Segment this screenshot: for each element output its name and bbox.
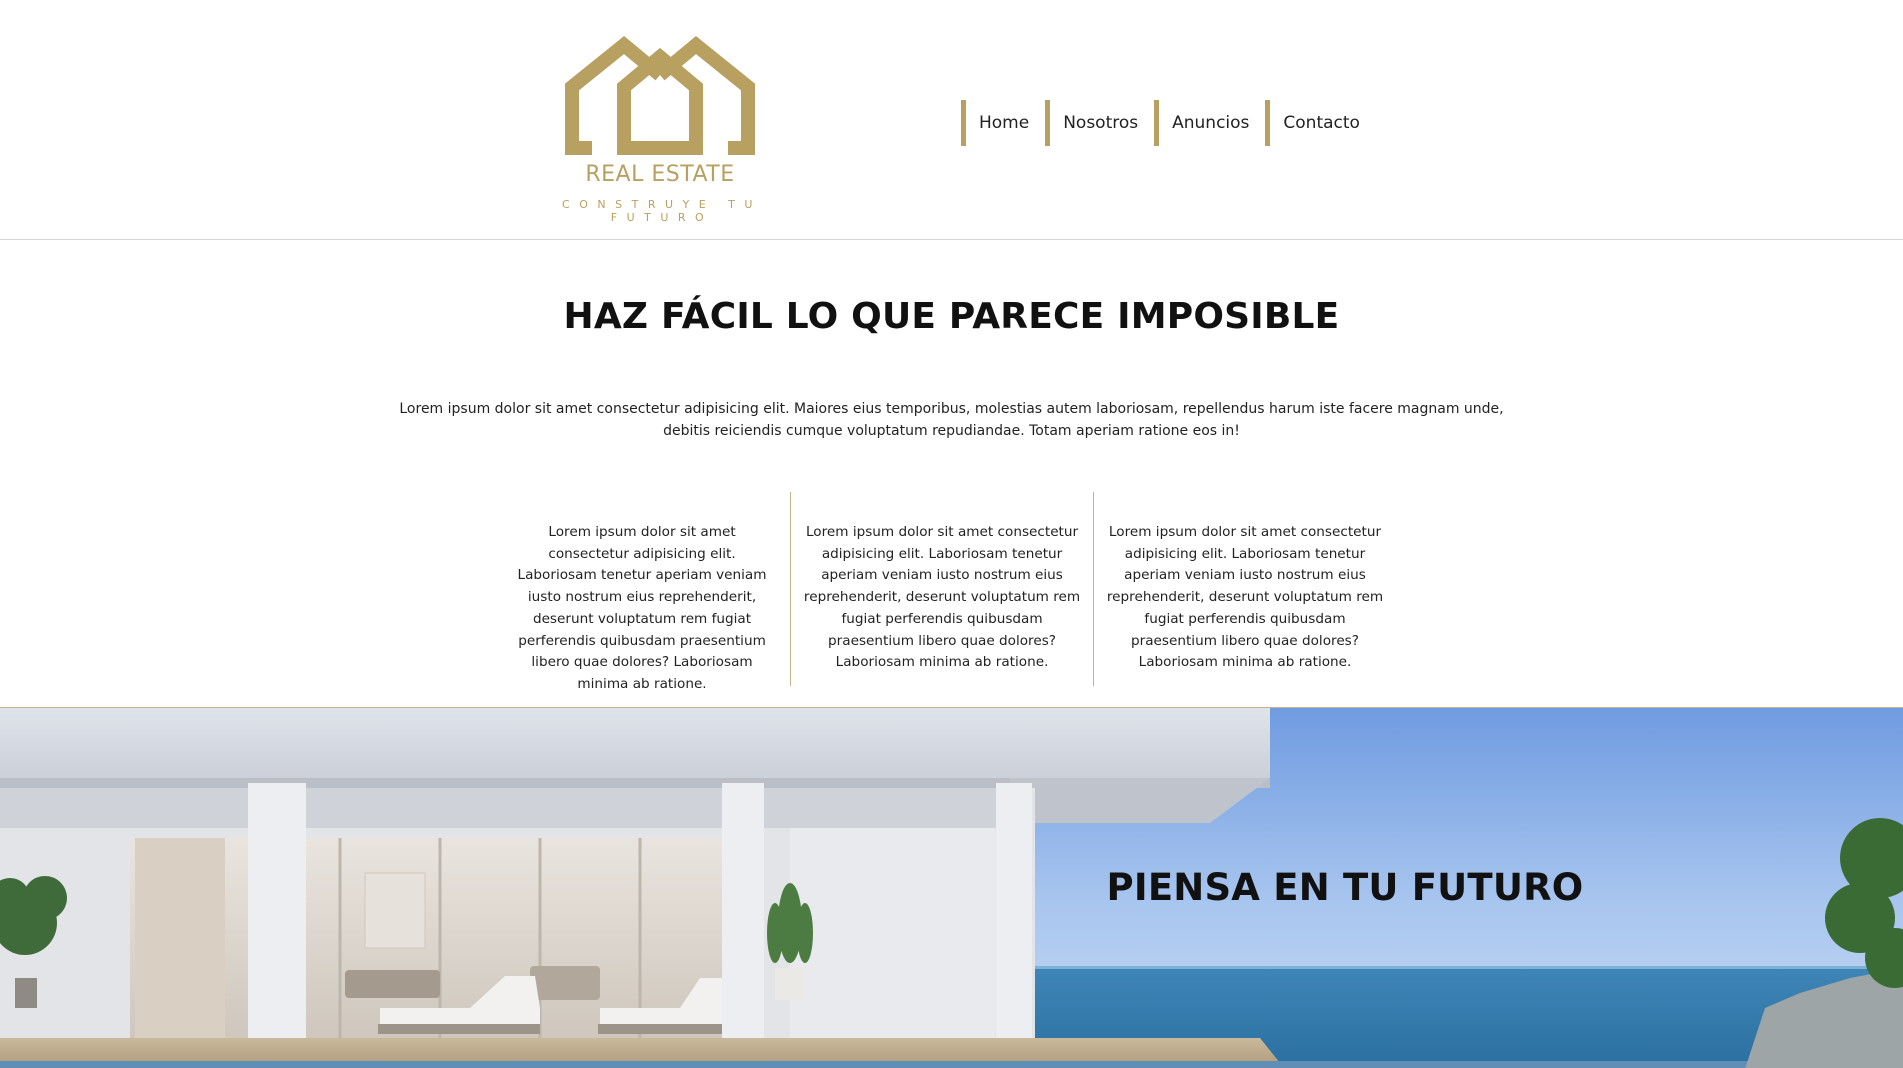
nav-home[interactable]: Home bbox=[961, 100, 1045, 146]
logo[interactable]: REAL ESTATE CONSTRUYE TU FUTURO bbox=[510, 30, 810, 224]
intro-paragraph: Lorem ipsum dolor sit amet consectetur a… bbox=[399, 401, 1504, 439]
hero-banner: PIENSA EN TU FUTURO bbox=[0, 707, 1903, 1068]
feature-column-2: Lorem ipsum dolor sit amet consectetur a… bbox=[790, 492, 1093, 686]
feature-column-3: Lorem ipsum dolor sit amet consectetur a… bbox=[1093, 492, 1396, 686]
nav-anuncios-label: Anuncios bbox=[1172, 113, 1250, 133]
feature-column-1: Lorem ipsum dolor sit amet consectetur a… bbox=[517, 524, 767, 692]
nav-home-label: Home bbox=[979, 113, 1030, 133]
main-nav: Home Nosotros Anuncios Contacto bbox=[961, 100, 1376, 146]
nav-anuncios[interactable]: Anuncios bbox=[1154, 100, 1265, 146]
nav-contacto[interactable]: Contacto bbox=[1265, 100, 1376, 146]
feature-columns: Lorem ipsum dolor sit amet consectetur a… bbox=[508, 492, 1396, 692]
page-headline: HAZ FÁCIL LO QUE PARECE IMPOSIBLE bbox=[563, 296, 1340, 337]
site-header: REAL ESTATE CONSTRUYE TU FUTURO Home Nos… bbox=[0, 0, 1903, 240]
hero-image bbox=[0, 708, 1903, 1068]
brand-tagline: CONSTRUYE TU FUTURO bbox=[562, 198, 762, 224]
house-pair-icon bbox=[565, 35, 755, 155]
brand-name: REAL ESTATE bbox=[585, 162, 735, 187]
nav-nosotros-label: Nosotros bbox=[1063, 113, 1139, 133]
hero-title: PIENSA EN TU FUTURO bbox=[1106, 866, 1584, 909]
nav-nosotros[interactable]: Nosotros bbox=[1045, 100, 1154, 146]
nav-contacto-label: Contacto bbox=[1283, 113, 1360, 133]
